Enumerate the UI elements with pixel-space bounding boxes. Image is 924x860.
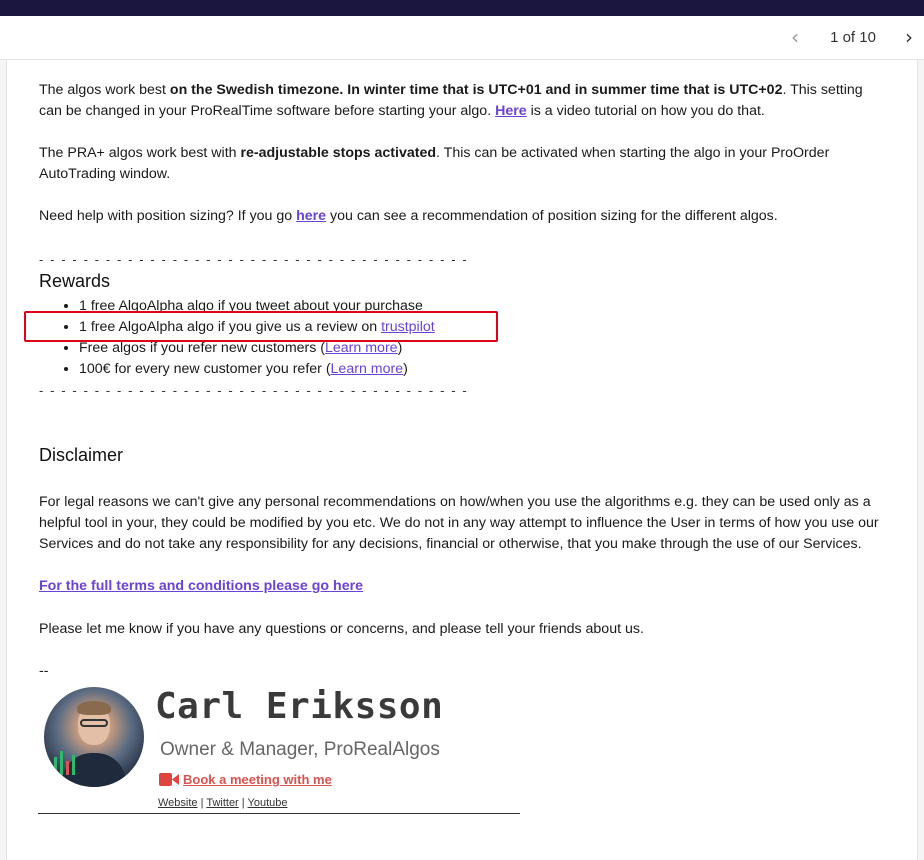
closing-text: Please let me know if you have any quest… [39, 621, 644, 637]
reward-text: Free algos if you refer new customers ( [79, 340, 326, 356]
text: The PRA+ algos work best with [39, 145, 241, 161]
timezone-paragraph: The algos work best on the Swedish timez… [39, 80, 889, 122]
separator: | [238, 797, 248, 809]
avatar [44, 687, 144, 787]
chevron-right-icon[interactable]: › [898, 26, 920, 48]
twitter-link[interactable]: Twitter [206, 797, 238, 809]
signature-links: Website | Twitter | Youtube [158, 797, 288, 809]
book-meeting-link[interactable]: Book a meeting with me [183, 772, 332, 787]
sizing-paragraph: Need help with position sizing? If you g… [39, 206, 889, 227]
separator: | [197, 797, 207, 809]
stops-paragraph: The PRA+ algos work best with re-adjusta… [39, 143, 889, 185]
text: is a video tutorial on how you do that. [526, 103, 765, 119]
position-sizing-link[interactable]: here [296, 208, 326, 224]
bold-text: on the Swedish timezone. In winter time … [169, 82, 783, 98]
reward-text: 100€ for every new customer you refer ( [79, 361, 331, 377]
chevron-left-icon[interactable]: ‹ [784, 26, 806, 48]
reward-text: ) [403, 361, 408, 377]
highlight-box [24, 311, 498, 342]
divider-bottom: - - - - - - - - - - - - - - - - - - - - … [39, 383, 469, 398]
bar [48, 765, 51, 775]
video-tutorial-link[interactable]: Here [495, 103, 527, 119]
bar [54, 757, 57, 775]
learn-more-link[interactable]: Learn more [325, 340, 398, 356]
video-camera-icon [159, 772, 179, 789]
bar [72, 755, 75, 775]
list-item: 100€ for every new customer you refer (L… [79, 359, 879, 380]
signature-rule [38, 813, 520, 814]
avatar-hair [77, 701, 111, 715]
signature-name: Carl Eriksson [155, 686, 444, 727]
avatar-glasses [80, 719, 108, 727]
bar [66, 761, 69, 775]
terms-link[interactable]: For the full terms and conditions please… [39, 578, 363, 594]
top-bar [0, 0, 924, 16]
youtube-link[interactable]: Youtube [248, 797, 288, 809]
learn-more-link[interactable]: Learn more [331, 361, 404, 377]
bold-text: re-adjustable stops activated [240, 145, 437, 161]
bar [60, 751, 63, 775]
pagination-bar: ‹ 1 of 10 › [0, 16, 924, 60]
divider-top: - - - - - - - - - - - - - - - - - - - - … [39, 252, 469, 267]
terms-paragraph: For the full terms and conditions please… [39, 576, 363, 597]
signature-role: Owner & Manager, ProRealAlgos [160, 739, 440, 760]
reward-text: ) [397, 340, 403, 356]
disclaimer-heading: Disclaimer [39, 445, 124, 465]
text: The algos work best [39, 82, 170, 98]
website-link[interactable]: Website [158, 797, 198, 809]
text: Need help with position sizing? If you g… [39, 208, 297, 224]
disclaimer-text: For legal reasons we can't give any pers… [39, 494, 879, 552]
rewards-heading: Rewards [39, 271, 111, 291]
page-count: 1 of 10 [830, 29, 876, 46]
signature-separator: -- [39, 663, 49, 679]
text: you can see a recommendation of position… [326, 208, 778, 224]
chart-bars-icon [48, 749, 78, 775]
meeting-row: Book a meeting with me [159, 772, 332, 789]
